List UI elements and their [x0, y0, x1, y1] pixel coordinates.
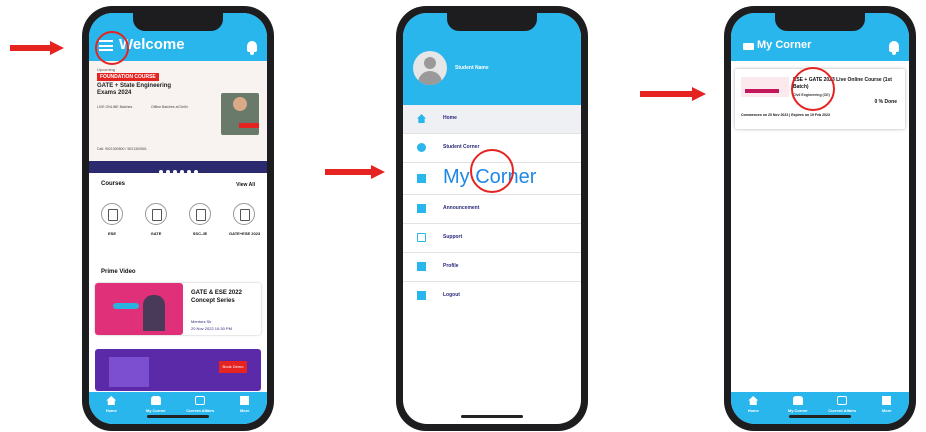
banner-cta[interactable]	[239, 123, 259, 128]
bell-icon[interactable]	[247, 41, 257, 55]
book-demo-button[interactable]: Book Demo	[219, 361, 247, 373]
promo-illustration	[109, 357, 149, 387]
home-indicator	[147, 415, 209, 418]
highlight-circle	[470, 149, 514, 193]
banner-tag: FOUNDATION COURSE	[97, 73, 159, 81]
phone-drawer: Student Name Home Student Corner My Corn…	[396, 6, 588, 431]
home-icon	[106, 396, 117, 405]
avatar[interactable]	[413, 51, 447, 85]
red-arrow-icon	[640, 87, 706, 101]
nav-more[interactable]: More	[865, 392, 910, 424]
video-author: Mentors Sir	[191, 319, 212, 324]
more-icon	[882, 396, 892, 405]
course-item[interactable]: SSC-JE	[185, 203, 215, 236]
promo-banner[interactable]: Upcoming FOUNDATION COURSE GATE + State …	[89, 61, 267, 161]
course-item[interactable]: ESE	[97, 203, 127, 236]
menu-item-home[interactable]: Home	[403, 105, 581, 134]
book-icon	[189, 203, 211, 225]
highlight-circle	[791, 67, 835, 111]
view-all-link[interactable]: View All	[236, 182, 255, 188]
menu-item-support[interactable]: Support	[403, 224, 581, 253]
red-arrow-icon	[325, 165, 385, 179]
phone-home: Welcome Upcoming FOUNDATION COURSE GATE …	[82, 6, 274, 431]
prime-video-card[interactable]: GATE & ESE 2022 Concept Series Mentors S…	[95, 283, 261, 335]
page-title: My Corner	[757, 39, 812, 51]
promo-card[interactable]: Book Demo	[95, 349, 261, 391]
home-icon	[417, 114, 426, 123]
banner-col-offline: Offline Batches at Delhi	[151, 105, 188, 109]
course-progress: 0 % Done	[874, 99, 897, 105]
course-item[interactable]: GATE+ESE 2023	[229, 203, 260, 236]
bottom-nav: Home My Corner Current Affairs More	[731, 392, 909, 424]
nav-my-corner[interactable]: My Corner	[134, 392, 179, 424]
home-screen: Welcome Upcoming FOUNDATION COURSE GATE …	[89, 13, 267, 424]
person-icon	[417, 262, 426, 271]
menu-item-profile[interactable]: Profile	[403, 253, 581, 282]
book-icon	[233, 203, 255, 225]
course-thumbnail	[741, 77, 789, 97]
logout-icon	[417, 291, 426, 300]
bell-icon[interactable]	[889, 41, 899, 55]
menu-item-announcement[interactable]: Announcement	[403, 195, 581, 224]
banner-headline: GATE + State Engineering Exams 2024	[97, 83, 172, 96]
red-arrow-icon	[10, 41, 64, 55]
bottom-nav: Home My Corner Current Affairs More	[89, 392, 267, 424]
prime-video-heading: Prime Video	[101, 269, 136, 275]
home-icon	[748, 396, 759, 405]
video-date: 20 Nov 2022 10:30 PM	[191, 326, 232, 331]
document-icon	[837, 396, 848, 405]
nav-home[interactable]: Home	[731, 392, 776, 424]
course-item[interactable]: GATE	[141, 203, 171, 236]
book-icon	[101, 203, 123, 225]
book-icon	[145, 203, 167, 225]
banner-col-online: LIVE ONLINE Batches	[97, 105, 133, 109]
banner-footer: Call: 9021300500 / 9021300501	[97, 147, 147, 151]
highlight-circle	[95, 31, 129, 65]
banner-kicker: Upcoming	[97, 67, 116, 72]
phone-notch	[133, 13, 223, 31]
phone-notch	[447, 13, 537, 31]
video-title: GATE & ESE 2022 Concept Series	[191, 290, 242, 304]
hand-icon	[792, 396, 803, 405]
student-icon	[417, 143, 426, 152]
hand-icon	[417, 174, 426, 183]
nav-more[interactable]: More	[223, 392, 268, 424]
document-icon	[195, 396, 206, 405]
home-indicator	[789, 415, 851, 418]
tutorial-graphic: Welcome Upcoming FOUNDATION COURSE GATE …	[0, 0, 926, 432]
courses-heading: Courses	[101, 181, 126, 187]
phone-notch	[775, 13, 865, 31]
nav-current-affairs[interactable]: Current Affairs	[178, 392, 223, 424]
my-corner-icon	[743, 43, 754, 50]
student-name: Student Name	[455, 65, 489, 71]
more-icon	[240, 396, 250, 405]
drawer-screen: Student Name Home Student Corner My Corn…	[403, 13, 581, 424]
nav-my-corner[interactable]: My Corner	[776, 392, 821, 424]
banner-person-image	[233, 97, 247, 111]
menu-item-logout[interactable]: Logout	[403, 282, 581, 311]
phone-my-corner: My Corner ESE + GATE 2023 Live Online Co…	[724, 6, 916, 431]
nav-current-affairs[interactable]: Current Affairs	[820, 392, 865, 424]
home-indicator	[461, 415, 523, 418]
chat-icon	[417, 233, 426, 242]
video-thumbnail	[95, 283, 183, 335]
page-title: Welcome	[119, 36, 185, 53]
course-dates: Commences on 20 Nov 2022 | Expires on 19…	[741, 113, 830, 117]
my-corner-screen: My Corner ESE + GATE 2023 Live Online Co…	[731, 13, 909, 424]
hand-icon	[150, 396, 161, 405]
megaphone-icon	[417, 204, 426, 213]
carousel-dots[interactable]	[89, 161, 267, 174]
nav-home[interactable]: Home	[89, 392, 134, 424]
